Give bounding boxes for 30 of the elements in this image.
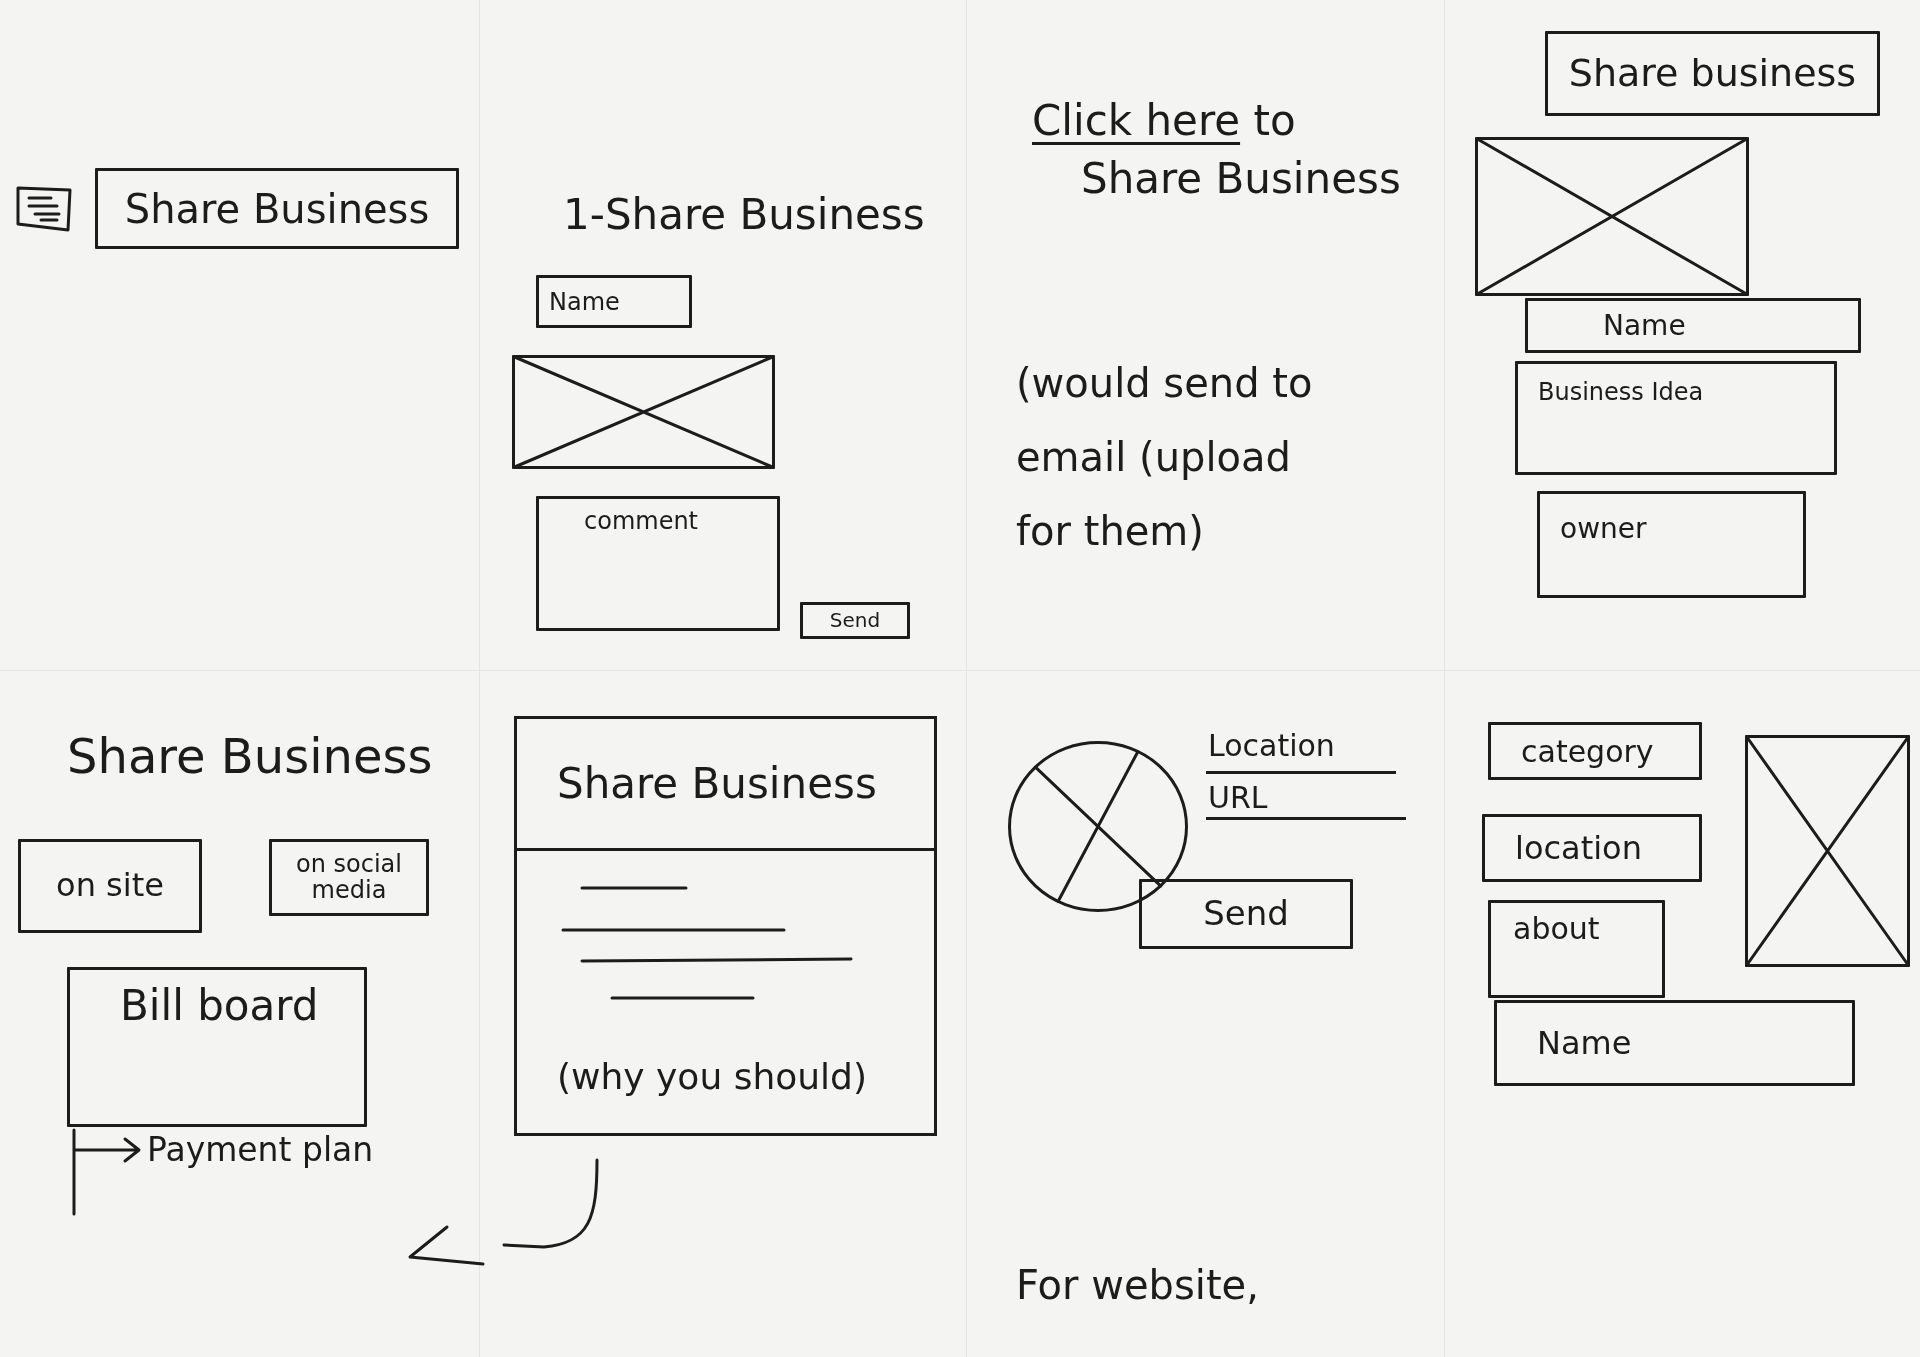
- form-title: 1-Share Business: [563, 189, 925, 241]
- name-field[interactable]: Name: [1494, 1000, 1855, 1086]
- payment-plan-text: Payment plan: [147, 1129, 374, 1171]
- comment-field[interactable]: comment: [536, 496, 780, 631]
- share-prompt-text: Click here to Share Business: [1032, 95, 1402, 205]
- billboard-button[interactable]: Bill board: [67, 967, 367, 1127]
- arrow-icon: [71, 1128, 143, 1216]
- business-idea-field[interactable]: Business Idea: [1515, 361, 1837, 475]
- send-button[interactable]: Send: [1139, 879, 1353, 949]
- share-business-button[interactable]: Share Business: [95, 168, 459, 249]
- share-business-button[interactable]: Share business: [1545, 31, 1880, 116]
- send-button[interactable]: Send: [800, 602, 910, 639]
- category-field[interactable]: category: [1488, 722, 1702, 780]
- card-title: Share Business: [557, 757, 877, 810]
- caption-text: For website,: [1016, 1261, 1259, 1310]
- section-title: Share Business: [67, 727, 433, 786]
- click-here-link[interactable]: Click here: [1032, 96, 1241, 145]
- name-field[interactable]: Name: [536, 275, 692, 328]
- name-field[interactable]: Name: [1525, 298, 1861, 353]
- text-lines-icon: [560, 885, 855, 1001]
- note-text: (would send to email (upload for them): [1016, 359, 1313, 556]
- location-field[interactable]: Location: [1206, 720, 1396, 774]
- menu-icon[interactable]: [15, 184, 73, 233]
- about-field[interactable]: about: [1488, 900, 1665, 998]
- on-site-button[interactable]: on site: [18, 839, 202, 933]
- social-media-button[interactable]: on social media: [269, 839, 429, 916]
- location-field[interactable]: location: [1482, 814, 1702, 882]
- owner-field[interactable]: owner: [1537, 491, 1806, 598]
- card-footer-text: (why you should): [557, 1055, 867, 1099]
- url-field[interactable]: URL: [1206, 777, 1406, 820]
